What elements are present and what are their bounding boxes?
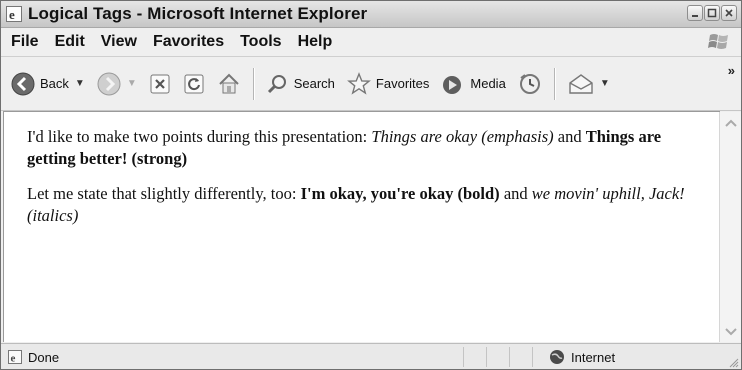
browser-window: e Logical Tags - Microsoft Internet Expl… — [0, 0, 742, 370]
menu-tools[interactable]: Tools — [240, 33, 281, 51]
search-button[interactable]: Search — [261, 66, 341, 102]
search-icon — [267, 74, 286, 93]
status-panel — [463, 347, 486, 367]
svg-text:e: e — [9, 7, 15, 22]
status-panel — [486, 347, 509, 367]
p1-and: and — [553, 127, 586, 146]
zone-label: Internet — [571, 349, 616, 365]
close-icon — [725, 9, 733, 17]
ie-icon: e — [6, 6, 22, 22]
star-icon — [347, 71, 371, 95]
mail-icon — [569, 73, 593, 94]
back-label: Back — [40, 76, 69, 91]
menu-file[interactable]: File — [11, 33, 39, 51]
mail-button[interactable]: ▼ — [562, 66, 616, 102]
menu-help[interactable]: Help — [298, 33, 333, 51]
p2-and: and — [499, 184, 532, 203]
chevron-up-icon — [724, 119, 737, 127]
toolbar-overflow-icon[interactable]: » — [728, 63, 735, 78]
emphasis-text: Things are okay (emphasis) — [371, 127, 554, 146]
media-button[interactable]: Media — [435, 66, 511, 102]
media-label: Media — [470, 76, 506, 91]
windows-logo-icon — [708, 34, 728, 49]
home-button[interactable] — [211, 66, 247, 102]
status-panels — [463, 347, 555, 367]
paragraph-1: I'd like to make two points during this … — [27, 126, 707, 170]
forward-dropdown-icon[interactable]: ▼ — [127, 78, 137, 89]
p1-text: I'd like to make two points during this … — [27, 127, 372, 146]
stop-button[interactable] — [143, 66, 177, 102]
p2-text: Let me state that slightly differently, … — [27, 184, 301, 203]
home-icon — [219, 73, 239, 93]
media-icon — [443, 75, 462, 94]
title-bar[interactable]: e Logical Tags - Microsoft Internet Expl… — [1, 1, 741, 28]
menu-favorites[interactable]: Favorites — [153, 33, 224, 51]
status-text: Done — [28, 349, 60, 365]
resize-grip-icon[interactable] — [727, 356, 739, 368]
globe-icon — [550, 350, 564, 364]
stop-icon — [150, 74, 170, 93]
maximize-icon — [707, 8, 717, 18]
scroll-down-button[interactable] — [722, 323, 739, 340]
favorites-label: Favorites — [375, 76, 430, 91]
toolbar: Back ▼ ▼ Search Favorites Media ▼ » — [1, 57, 741, 111]
search-label: Search — [293, 76, 335, 91]
toolbar-separator — [252, 67, 255, 100]
status-bar: e Done Internet — [1, 343, 741, 369]
close-button[interactable] — [721, 5, 737, 21]
menu-edit[interactable]: Edit — [55, 33, 85, 51]
back-dropdown-icon[interactable]: ▼ — [75, 78, 85, 89]
maximize-button[interactable] — [704, 5, 720, 21]
refresh-button[interactable] — [177, 66, 211, 102]
mail-dropdown-icon[interactable]: ▼ — [600, 78, 610, 89]
menu-bar: File Edit View Favorites Tools Help — [1, 28, 741, 57]
forward-arrow-icon — [97, 72, 121, 95]
toolbar-separator — [553, 67, 556, 100]
history-icon — [519, 73, 540, 94]
scroll-up-button[interactable] — [722, 114, 739, 131]
back-arrow-icon — [11, 72, 35, 95]
svg-text:e: e — [11, 353, 16, 365]
page-done-icon: e — [8, 350, 22, 365]
status-panel — [509, 347, 532, 367]
menu-view[interactable]: View — [101, 33, 137, 51]
security-zone: Internet — [549, 344, 616, 369]
favorites-button[interactable]: Favorites — [341, 66, 435, 102]
minimize-button[interactable] — [687, 5, 703, 21]
paragraph-2: Let me state that slightly differently, … — [27, 183, 707, 227]
page-content: I'd like to make two points during this … — [3, 111, 720, 342]
minimize-icon — [692, 15, 698, 17]
vertical-scrollbar[interactable] — [719, 112, 741, 342]
bold-text: I'm okay, you're okay (bold) — [300, 184, 500, 203]
forward-button[interactable]: ▼ — [91, 66, 143, 102]
back-button[interactable]: Back ▼ — [5, 66, 91, 102]
chevron-down-icon — [724, 327, 737, 335]
refresh-icon — [184, 74, 204, 93]
window-title: Logical Tags - Microsoft Internet Explor… — [28, 4, 368, 23]
history-button[interactable] — [512, 66, 548, 102]
